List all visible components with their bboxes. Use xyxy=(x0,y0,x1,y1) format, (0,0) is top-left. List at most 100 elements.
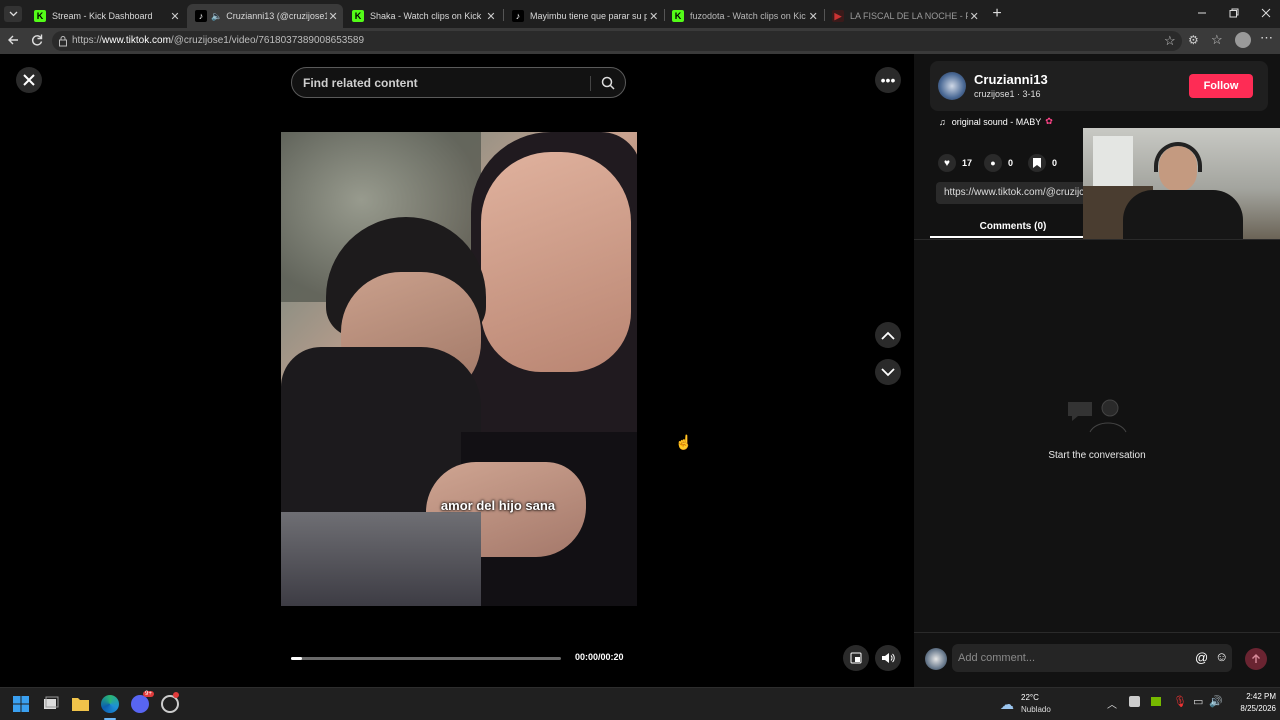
tab-title: LA FISCAL DE LA NOCHE - PIURA xyxy=(850,11,969,21)
close-icon xyxy=(1261,8,1271,18)
extensions-icon[interactable]: ⚙ xyxy=(1188,33,1199,47)
tab-comments-label: Comments (0) xyxy=(979,221,1047,232)
close-tab-icon[interactable]: ✕ xyxy=(168,10,182,23)
browser-toolbar: https://www.tiktok.com/@cruzijose1/video… xyxy=(0,28,1280,54)
next-video-button[interactable] xyxy=(875,359,901,385)
edge-browser-button[interactable] xyxy=(101,695,119,713)
post-comment-button[interactable] xyxy=(1245,648,1267,670)
minimize-button[interactable] xyxy=(1196,7,1208,19)
start-button[interactable] xyxy=(13,696,29,712)
playback-time: 00:00/00:20 xyxy=(575,652,624,662)
app-notification-dot xyxy=(173,692,179,698)
tab-fiscal-noche[interactable]: ▶ LA FISCAL DE LA NOCHE - PIURA ✕ xyxy=(824,4,984,28)
video-player[interactable]: amor del hijo sana xyxy=(281,132,637,606)
tab-shaka-clips[interactable]: K Shaka - Watch clips on Kick ✕ xyxy=(344,4,502,28)
emoji-icon[interactable]: ☺ xyxy=(1215,649,1228,664)
close-tab-icon[interactable]: ✕ xyxy=(647,10,660,23)
volume-icon[interactable]: 🔊 xyxy=(1209,695,1223,708)
refresh-button[interactable] xyxy=(30,33,44,47)
sound-title: original sound - MABY xyxy=(951,116,1042,127)
more-dots-icon: ••• xyxy=(880,72,896,88)
sound-link[interactable]: ♫ original sound - MABY ✿ xyxy=(939,116,1053,127)
volume-button[interactable] xyxy=(875,645,901,671)
discord-button[interactable] xyxy=(131,695,149,713)
save-action[interactable]: 0 xyxy=(1028,154,1057,172)
author-display-name[interactable]: Cruzianni13 xyxy=(974,72,1048,87)
progress-track[interactable] xyxy=(291,657,561,660)
task-view-icon xyxy=(44,696,59,709)
address-bar[interactable]: https://www.tiktok.com/@cruzijose1/video… xyxy=(52,31,1182,51)
temperature: 22°C xyxy=(1021,693,1039,702)
folder-icon xyxy=(72,698,89,711)
task-view-button[interactable] xyxy=(43,696,59,712)
tab-title: Shaka - Watch clips on Kick xyxy=(370,11,482,21)
site-info-icon[interactable] xyxy=(58,35,68,47)
tabs-divider xyxy=(914,239,1280,240)
microphone-icon[interactable]: 🎙 xyxy=(1173,695,1187,708)
tab-fuzodota-clips[interactable]: K fuzodota - Watch clips on Kick ✕ xyxy=(664,4,824,28)
arrow-up-icon xyxy=(1252,654,1260,663)
refresh-icon xyxy=(31,34,43,46)
empty-comments-illustration xyxy=(1060,396,1130,436)
clock-time[interactable]: 2:42 PM xyxy=(1236,692,1276,701)
tab-actions-button[interactable] xyxy=(4,6,22,22)
close-tab-icon[interactable]: ✕ xyxy=(806,10,820,23)
user-avatar[interactable] xyxy=(925,648,947,670)
new-tab-button[interactable]: + xyxy=(988,5,1006,23)
url-host: www.tiktok.com xyxy=(102,35,171,46)
back-button[interactable] xyxy=(6,33,20,47)
windows-taskbar: 9+ ☁ 22°C Nublado ︿ 🎙 ▭ 🔊 2:42 PM 8/25/2… xyxy=(0,687,1280,720)
mini-player-icon xyxy=(850,652,862,664)
music-note-icon: ♫ xyxy=(939,116,946,127)
url-path: /@cruzijose1/video/7618037389008653589 xyxy=(170,35,365,46)
tab-kick-dashboard[interactable]: K Stream - Kick Dashboard ✕ xyxy=(26,4,186,28)
close-tab-icon[interactable]: ✕ xyxy=(968,10,980,23)
previous-video-button[interactable] xyxy=(875,322,901,348)
like-action[interactable]: ♥ 17 xyxy=(938,154,972,172)
follow-button[interactable]: Follow xyxy=(1189,74,1253,98)
restore-button[interactable] xyxy=(1228,7,1240,19)
comment-placeholder: Add comment... xyxy=(958,652,1036,664)
nvidia-icon[interactable] xyxy=(1151,697,1161,706)
tab-comments[interactable]: Comments (0) xyxy=(930,216,1096,238)
mention-icon[interactable]: @ xyxy=(1195,650,1208,665)
search-input[interactable]: Find related content xyxy=(303,76,418,90)
close-tab-icon[interactable]: ✕ xyxy=(484,10,498,23)
webcam-overlay xyxy=(1083,128,1280,239)
show-hidden-icons-icon[interactable]: ︿ xyxy=(1107,696,1117,711)
video-lower-area xyxy=(281,512,481,606)
clock-date[interactable]: 8/25/2026 xyxy=(1226,704,1276,713)
more-options-button[interactable]: ••• xyxy=(875,67,901,93)
author-username[interactable]: cruzijose1 xyxy=(974,89,1015,99)
search-button[interactable] xyxy=(601,76,615,90)
search-divider xyxy=(590,76,591,91)
chevron-down-icon xyxy=(881,367,895,376)
weather-widget[interactable]: ☁ 22°C Nublado xyxy=(1000,691,1080,719)
related-search-box[interactable]: Find related content xyxy=(291,67,626,98)
profile-avatar[interactable] xyxy=(1235,32,1251,48)
comment-bubble-icon: ● xyxy=(984,154,1002,172)
file-explorer-button[interactable] xyxy=(72,696,89,711)
tab-tiktok-video[interactable]: ♪ 🔈 Cruzianni13 (@cruzijose1) | Ti ✕ xyxy=(187,4,343,28)
more-options-icon[interactable]: ⋯ xyxy=(1260,30,1273,46)
close-video-button[interactable] xyxy=(16,67,42,93)
comment-action[interactable]: ● 0 xyxy=(984,154,1013,172)
empty-state-text: Start the conversation xyxy=(1048,450,1146,461)
comment-input[interactable]: Add comment... @ ☺ xyxy=(952,644,1232,672)
video-caption: amor del hijo sana xyxy=(440,498,556,513)
post-date: 3-16 xyxy=(1022,89,1041,99)
composer-divider xyxy=(914,632,1280,633)
author-avatar[interactable] xyxy=(938,72,966,100)
favorites-icon[interactable]: ☆ xyxy=(1211,32,1223,48)
tray-app-icon[interactable] xyxy=(1129,696,1140,707)
close-tab-icon[interactable]: ✕ xyxy=(327,10,339,23)
mini-player-button[interactable] xyxy=(843,645,869,671)
tab-title: Cruzianni13 (@cruzijose1) | Ti xyxy=(226,11,328,21)
favorite-star-icon[interactable]: ☆ xyxy=(1164,33,1176,49)
network-icon[interactable]: ▭ xyxy=(1193,695,1203,708)
close-window-button[interactable] xyxy=(1260,7,1272,19)
share-link-text: https://www.tiktok.com/@cruzijc xyxy=(944,187,1085,198)
kick-icon: K xyxy=(352,10,364,22)
tab-mayimbu[interactable]: ♪ Mayimbu tiene que parar su pleit ✕ xyxy=(504,4,664,28)
speaker-icon[interactable]: 🔈 xyxy=(211,11,222,22)
